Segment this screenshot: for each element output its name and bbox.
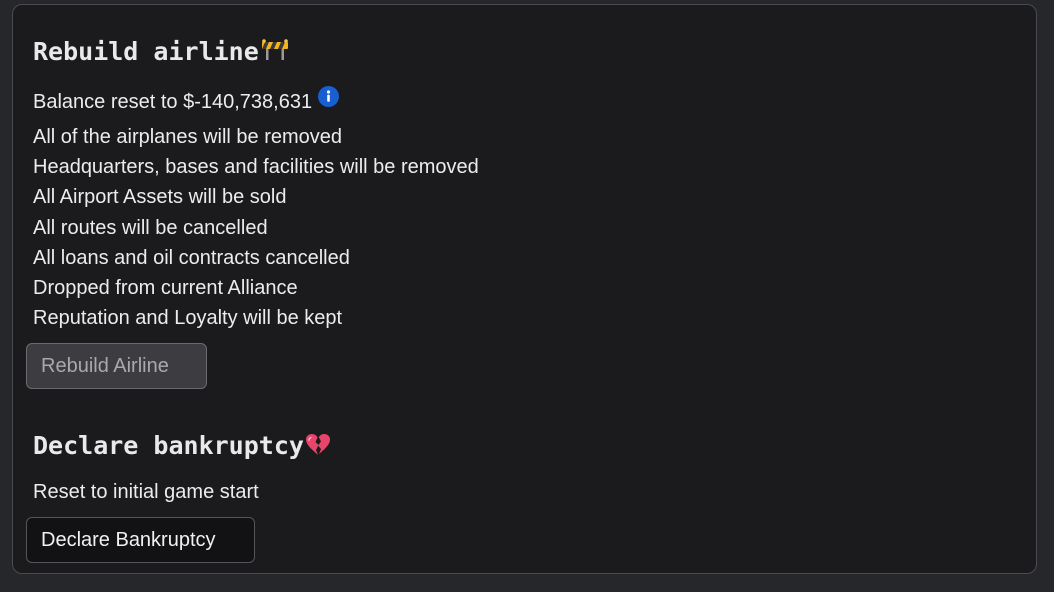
balance-reset-line: Balance reset to $-140,738,631 xyxy=(33,86,340,113)
rebuild-airline-title: Rebuild airline xyxy=(33,37,259,66)
consequence-item: Reputation and Loyalty will be kept xyxy=(33,307,343,329)
declare-bankruptcy-button[interactable]: Declare Bankruptcy xyxy=(26,517,255,563)
consequence-item: All routes will be cancelled xyxy=(33,217,268,239)
construction-barrier-icon xyxy=(260,39,290,65)
bankruptcy-description: Reset to initial game start xyxy=(33,481,259,503)
declare-bankruptcy-title: Declare bankruptcy xyxy=(33,431,304,460)
account-reset-panel: Rebuild airline Balance reset to $-140,7… xyxy=(12,4,1037,574)
consequence-item: Headquarters, bases and facilities will … xyxy=(33,156,479,178)
consequence-item: All Airport Assets will be sold xyxy=(33,186,287,208)
declare-bankruptcy-heading: Declare bankruptcy xyxy=(33,433,331,461)
rebuild-airline-heading: Rebuild airline xyxy=(33,39,290,65)
info-icon[interactable] xyxy=(318,86,340,107)
balance-reset-text: Balance reset to $-140,738,631 xyxy=(33,91,313,113)
rebuild-airline-button[interactable]: Rebuild Airline xyxy=(26,343,207,389)
consequence-item: All of the airplanes will be removed xyxy=(33,126,343,148)
broken-heart-icon xyxy=(305,433,331,461)
consequence-item: All loans and oil contracts cancelled xyxy=(33,247,350,269)
consequence-item: Dropped from current Alliance xyxy=(33,277,298,299)
